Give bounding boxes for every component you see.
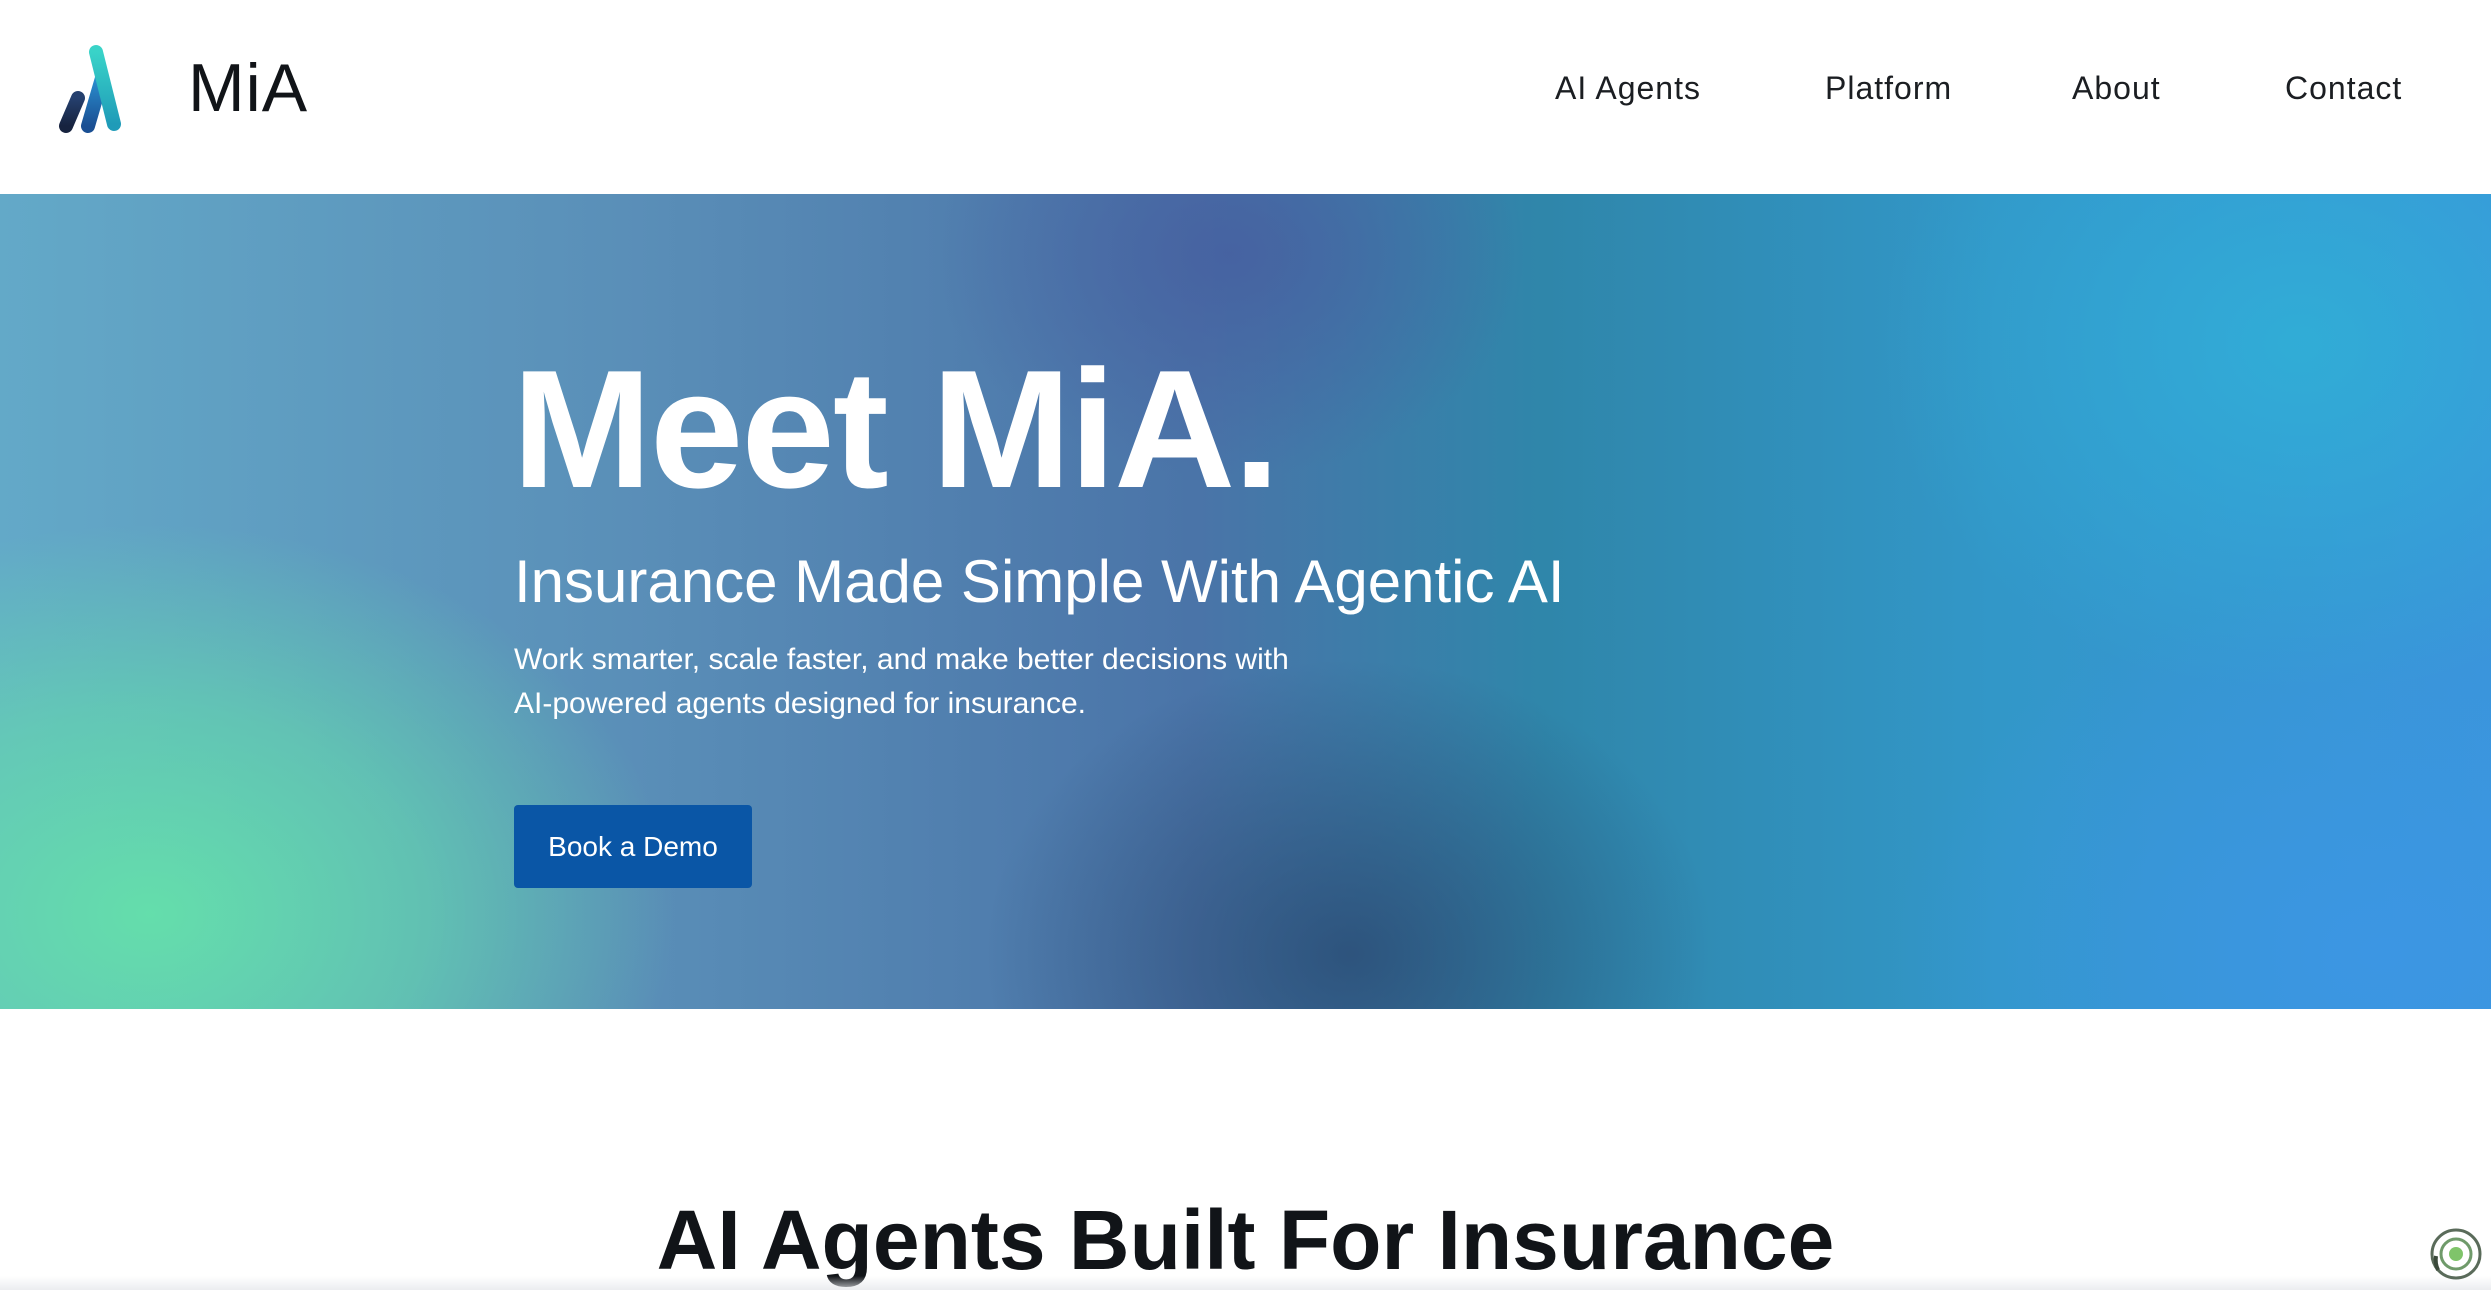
nav-platform[interactable]: Platform xyxy=(1825,66,1952,110)
bottom-fade xyxy=(0,1276,2491,1290)
hero-section: Meet MiA. Insurance Made Simple With Age… xyxy=(0,194,2491,1009)
nav-ai-agents[interactable]: AI Agents xyxy=(1555,66,1701,110)
hero-subtitle: Insurance Made Simple With Agentic AI xyxy=(514,548,1565,615)
nav-contact[interactable]: Contact xyxy=(2285,66,2402,110)
hero-description: Work smarter, scale faster, and make bet… xyxy=(514,638,1374,726)
mia-logo-icon[interactable] xyxy=(56,40,148,136)
hero-description-line: Work smarter, scale faster, and make bet… xyxy=(514,643,1289,676)
nav-about[interactable]: About xyxy=(2072,66,2161,110)
assistant-widget-icon[interactable] xyxy=(2428,1226,2484,1282)
book-demo-button[interactable]: Book a Demo xyxy=(514,805,752,888)
hero-title: Meet MiA. xyxy=(512,335,1280,523)
section-title: AI Agents Built For Insurance xyxy=(656,1193,1835,1287)
hero-description-line: AI-powered agents designed for insurance… xyxy=(514,687,1087,720)
site-header: MiA AI Agents Platform About Contact xyxy=(0,0,2491,194)
brand-name[interactable]: MiA xyxy=(188,48,308,128)
